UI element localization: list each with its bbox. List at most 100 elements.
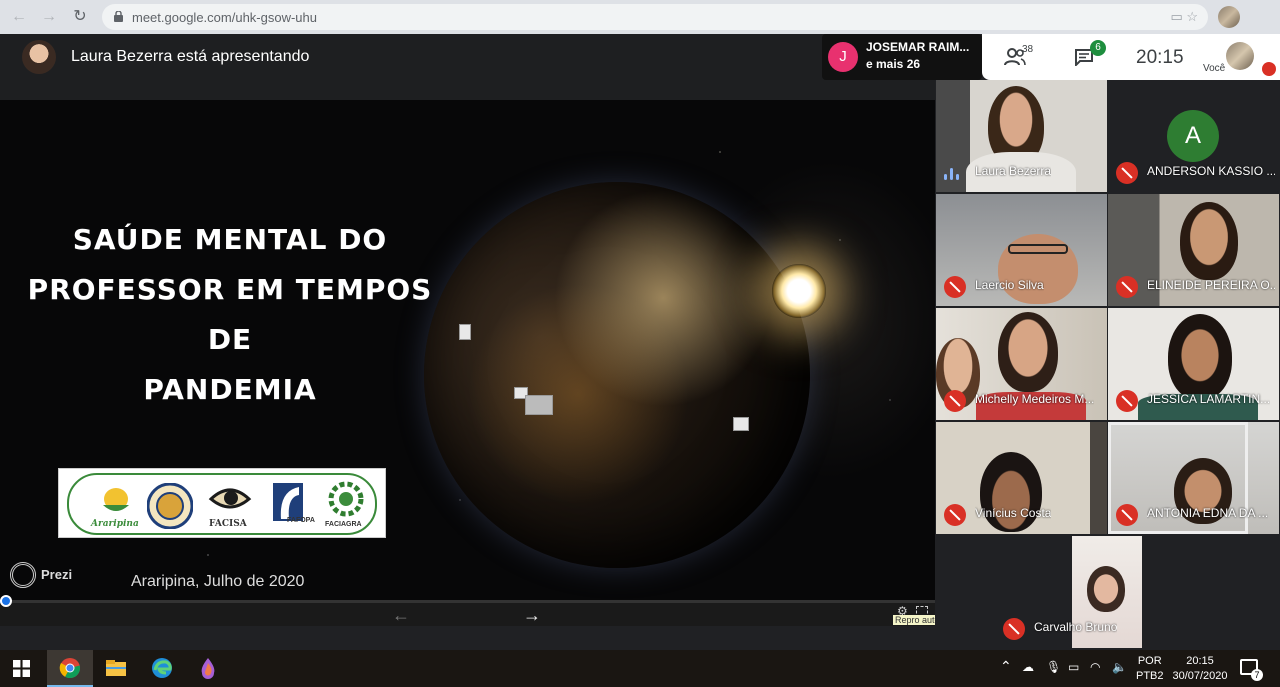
reload-icon[interactable]: ↻ <box>69 6 91 28</box>
logo-label: FACISA <box>209 519 247 529</box>
prezi-frame-thumbnail[interactable] <box>733 417 749 431</box>
windows-start-icon <box>13 660 30 677</box>
taskbar-edge[interactable] <box>139 650 185 687</box>
participant-name: ELINEIDE PEREIRA O... <box>1147 278 1275 292</box>
faciagra-logo <box>328 481 364 517</box>
clock-time: 20:15 <box>1186 655 1214 667</box>
participant-tile[interactable]: Laura Bezerra <box>936 80 1107 192</box>
prezi-controls: ← → ⚙ Repro auto <box>0 595 942 626</box>
prezi-frame-thumbnail[interactable] <box>459 324 471 340</box>
taskbar-file-explorer[interactable] <box>93 650 139 687</box>
paint-3d-icon <box>201 658 215 679</box>
mic-off-icon <box>944 390 966 412</box>
participant-name: ANDERSON KASSIO ... <box>1147 164 1275 178</box>
prezi-frame-thumbnail[interactable] <box>525 395 553 415</box>
mic-off-icon <box>1116 276 1138 298</box>
participant-tile[interactable]: Vinícius Costa <box>936 422 1107 534</box>
participant-grid: Laura Bezerra A ANDERSON KASSIO ... Laer… <box>935 80 1280 650</box>
progress-track[interactable] <box>0 600 935 603</box>
notification-count: 7 <box>1251 669 1263 681</box>
language-code: POR <box>1137 655 1162 667</box>
progress-knob[interactable] <box>0 595 12 607</box>
screen: ← → ↻ meet.google.com/uhk-gsow-uhu ▭ ☆ L… <box>0 0 1280 687</box>
browser-toolbar: ← → ↻ meet.google.com/uhk-gsow-uhu ▭ ☆ <box>0 0 1280 34</box>
prezi-icon <box>10 562 36 588</box>
slide-title-line: PANDEMIA <box>143 373 317 406</box>
participant-tile[interactable]: ANTONIA EDNA DA ... <box>1108 422 1279 534</box>
participant-name: Vinícius Costa <box>975 506 1052 520</box>
participant-tile[interactable]: ELINEIDE PEREIRA O... <box>1108 194 1279 306</box>
logo-label: FACIAGRA <box>325 521 362 528</box>
earth-image <box>424 182 810 568</box>
participant-tile[interactable]: A ANDERSON KASSIO ... <box>1108 80 1279 192</box>
wifi-icon[interactable]: ◠ <box>1090 660 1100 674</box>
participant-tile[interactable]: JESSICA LAMARTIN... <box>1108 308 1279 420</box>
windows-taskbar: ⌃ ☁ 🎙 ▭ ◠ 🔈 POR PTB2 20:15 30/07/2020 7 <box>0 650 1280 687</box>
mic-off-icon <box>944 276 966 298</box>
system-clock[interactable]: 20:15 30/07/2020 <box>1168 654 1232 684</box>
meeting-clock: 20:15 <box>1136 47 1184 68</box>
mic-off-icon <box>1116 504 1138 526</box>
participant-avatar: A <box>1167 110 1219 162</box>
file-explorer-icon <box>106 660 126 676</box>
previous-arrow-icon[interactable]: ← <box>392 605 410 626</box>
lock-icon <box>114 11 123 22</box>
presentation-view: SAÚDE MENTAL DO PROFESSOR EM TEMPOS DE P… <box>0 100 935 600</box>
address-bar[interactable]: meet.google.com/uhk-gsow-uhu ▭ ☆ <box>102 4 1208 30</box>
participant-tile[interactable]: Michelly Medeiros M... <box>936 308 1107 420</box>
logo-label: FAFOPA <box>287 517 315 524</box>
edge-icon <box>152 658 172 678</box>
forward-icon[interactable]: → <box>38 6 60 28</box>
speaking-indicator-icon <box>944 168 960 180</box>
clock-date: 30/07/2020 <box>1172 670 1228 682</box>
speaker-more-count: e mais 26 <box>866 57 921 71</box>
chat-count-badge: 6 <box>1090 40 1106 56</box>
participant-name: JESSICA LAMARTIN... <box>1147 392 1271 406</box>
presenter-avatar <box>22 40 56 74</box>
self-label: Você <box>1203 63 1226 74</box>
keyboard-layout: PTB2 <box>1136 670 1164 682</box>
battery-icon[interactable]: ▭ <box>1068 660 1079 674</box>
participant-name: Michelly Medeiros M... <box>975 392 1095 406</box>
slide-title-line: PROFESSOR EM TEMPOS DE <box>27 273 433 356</box>
browser-profile-avatar[interactable] <box>1218 6 1240 28</box>
logo-label: Araripina <box>91 519 139 529</box>
back-icon[interactable]: ← <box>8 6 30 28</box>
speaker-avatar: J <box>828 42 858 72</box>
self-mic-off-icon <box>1262 62 1276 76</box>
participant-name: Laura Bezerra <box>975 164 1052 178</box>
slide-place-date: Araripina, Julho de 2020 <box>131 573 305 590</box>
active-speaker-chip: J JOSEMAR RAIM... e mais 26 <box>822 34 982 80</box>
taskbar-paint-3d[interactable] <box>185 650 231 687</box>
participant-tile[interactable]: Carvalho Bruno <box>995 536 1220 648</box>
url-text: meet.google.com/uhk-gsow-uhu <box>132 10 317 25</box>
language-indicator[interactable]: POR PTB2 <box>1136 654 1164 684</box>
institution-logos: Araripina FACISA FAFOPA FACIAGRA <box>58 468 386 538</box>
chrome-icon <box>59 658 81 679</box>
seal-logo <box>147 483 193 529</box>
presenter-status-text: Laura Bezerra está apresentando <box>71 48 310 65</box>
microphone-icon[interactable]: 🎙 <box>1046 660 1061 674</box>
self-avatar <box>1226 42 1254 70</box>
start-button[interactable] <box>0 650 46 687</box>
mic-off-icon <box>1116 162 1138 184</box>
prezi-label: Prezi <box>41 567 73 582</box>
slide-title: SAÚDE MENTAL DO PROFESSOR EM TEMPOS DE P… <box>10 215 450 415</box>
bookmark-star-icon[interactable]: ▭ ☆ <box>1170 9 1198 25</box>
logos-border: Araripina FACISA FAFOPA FACIAGRA <box>67 473 377 535</box>
mic-off-icon <box>1003 618 1025 640</box>
speaker-name: JOSEMAR RAIM... <box>866 40 970 54</box>
next-arrow-icon[interactable]: → <box>523 605 541 626</box>
volume-icon[interactable]: 🔈 <box>1112 660 1127 674</box>
participant-name: Laercio Silva <box>975 278 1044 292</box>
taskbar-chrome[interactable] <box>47 650 93 687</box>
participant-name: Carvalho Bruno <box>1034 620 1118 634</box>
presenter-bar: Laura Bezerra está apresentando <box>0 34 935 100</box>
participant-tile[interactable]: Laercio Silva <box>936 194 1107 306</box>
mic-off-icon <box>1116 390 1138 412</box>
onedrive-icon[interactable]: ☁ <box>1022 660 1034 674</box>
meet-bottom-strip <box>0 626 935 650</box>
participant-name: ANTONIA EDNA DA ... <box>1147 506 1269 520</box>
sun-flare <box>772 264 826 318</box>
tray-expand-icon[interactable]: ⌃ <box>1000 658 1012 675</box>
